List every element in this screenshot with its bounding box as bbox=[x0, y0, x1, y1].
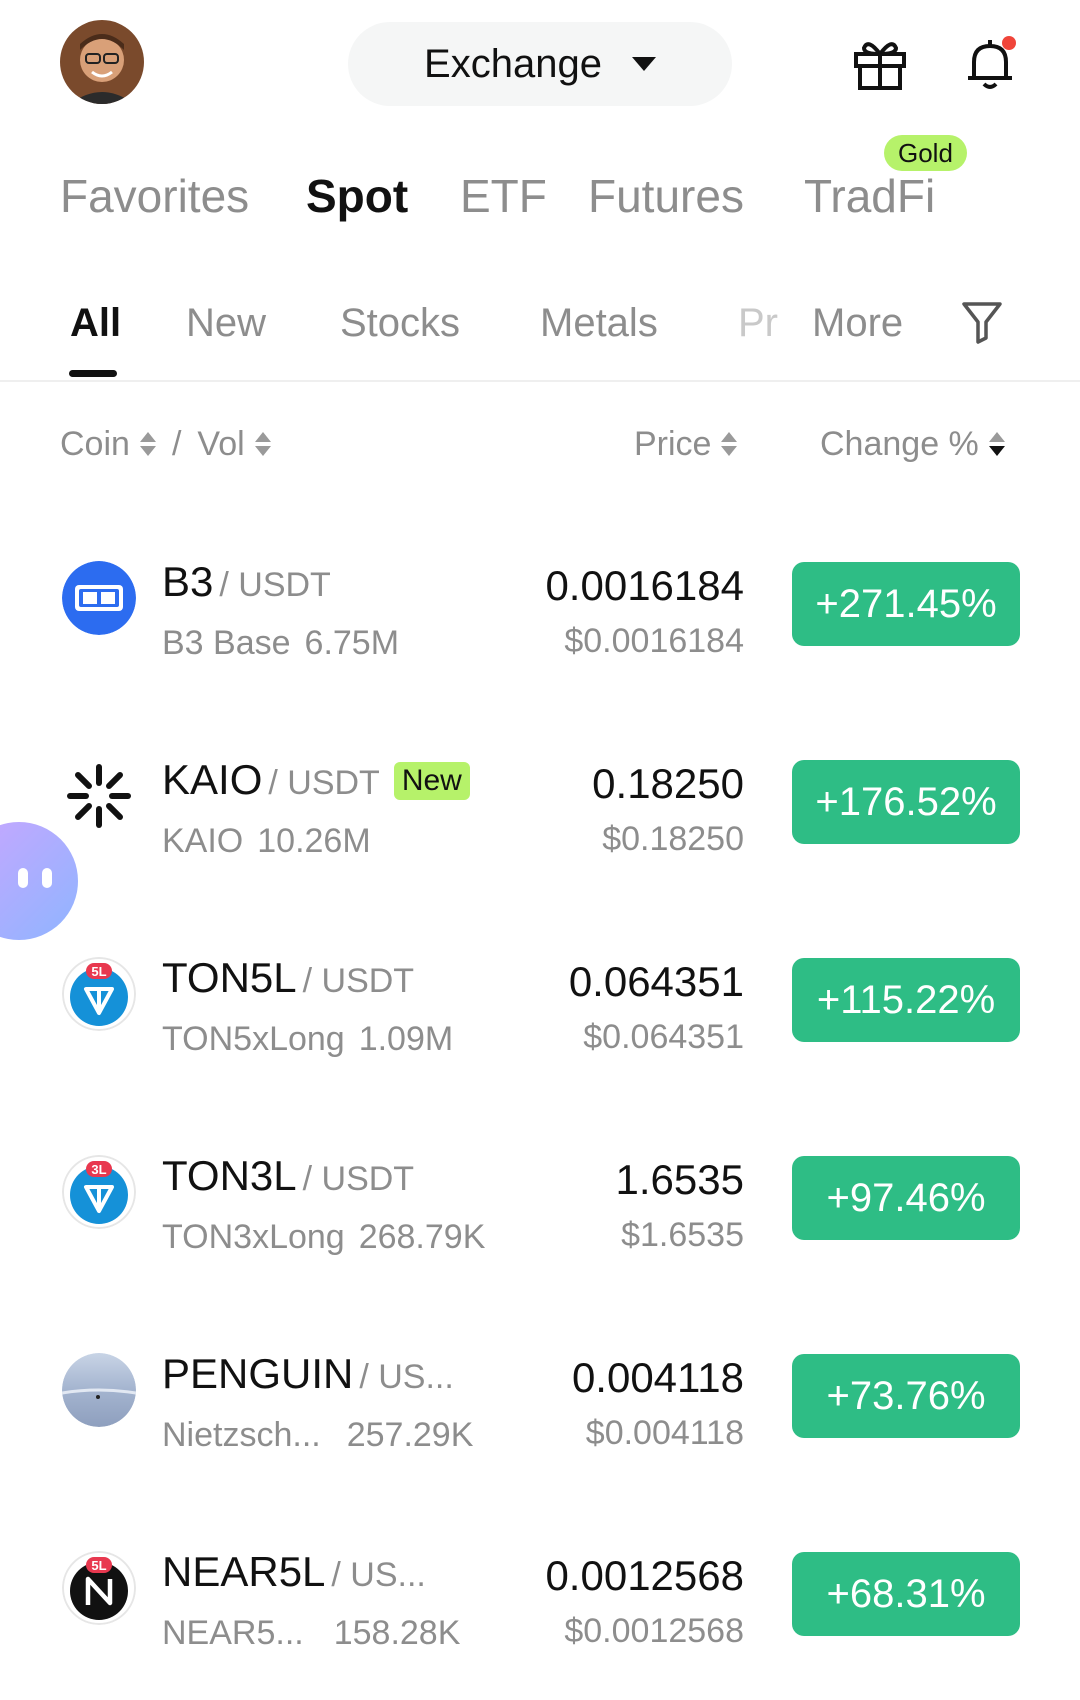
volume: 10.26M bbox=[257, 822, 371, 860]
column-header-price[interactable]: Price bbox=[634, 420, 738, 468]
tab-tradfi[interactable]: TradFi bbox=[804, 168, 935, 224]
change-badge[interactable]: +115.22% bbox=[792, 958, 1020, 1042]
market-row[interactable]: B3 / USDT B3 Base 6.75M 0.0016184 $0.0016… bbox=[0, 512, 1080, 710]
quote-pair: / US... bbox=[359, 1358, 454, 1396]
exchange-switcher[interactable]: Exchange bbox=[348, 22, 732, 106]
last-price: 0.0012568 bbox=[545, 1552, 744, 1599]
column-header-change[interactable]: Change % bbox=[820, 420, 1005, 468]
leverage-tag: 5L bbox=[91, 1558, 106, 1573]
column-header-coin-vol: Coin / Vol bbox=[60, 420, 271, 468]
market-row[interactable]: 5L NEAR5L / US... NEAR5... 158.28K 0.0012… bbox=[0, 1502, 1080, 1700]
sort-icon[interactable] bbox=[721, 432, 738, 456]
coin-symbol: TON3L bbox=[162, 1152, 297, 1199]
fiat-price: $0.0012568 bbox=[564, 1612, 744, 1650]
near5l-coin-icon: 5L bbox=[62, 1551, 136, 1625]
volume: 257.29K bbox=[346, 1416, 474, 1454]
coin-symbol: PENGUIN bbox=[162, 1350, 354, 1397]
exchange-label: Exchange bbox=[424, 41, 602, 86]
coin-name: KAIO bbox=[162, 822, 244, 860]
change-badge[interactable]: +271.45% bbox=[792, 562, 1020, 646]
subtab-metals[interactable]: Metals bbox=[540, 298, 658, 348]
quote-pair: / US... bbox=[331, 1556, 426, 1594]
subtab-pr[interactable]: Pr bbox=[738, 298, 780, 348]
tab-futures[interactable]: Futures bbox=[588, 168, 744, 224]
fiat-price: $0.0016184 bbox=[564, 622, 744, 660]
fiat-price: $0.064351 bbox=[583, 1018, 744, 1056]
sort-icon[interactable] bbox=[254, 432, 271, 456]
divider bbox=[0, 380, 1080, 382]
quote-pair: / USDT bbox=[268, 764, 380, 802]
column-separator: / bbox=[171, 425, 182, 463]
market-row[interactable]: 5L TON5L / USDT TON5xLong 1.09M 0.064351 … bbox=[0, 908, 1080, 1106]
last-price: 0.18250 bbox=[592, 760, 744, 807]
coin-name: TON5xLong bbox=[162, 1020, 345, 1058]
last-price: 0.0016184 bbox=[545, 562, 744, 609]
leverage-tag: 3L bbox=[91, 1162, 106, 1177]
coin-symbol: KAIO bbox=[162, 756, 263, 803]
last-price: 0.004118 bbox=[571, 1354, 744, 1401]
vol-sort-label[interactable]: Vol bbox=[197, 420, 244, 468]
market-row[interactable]: PENGUIN / US... Nietzsch... 257.29K 0.004… bbox=[0, 1304, 1080, 1502]
change-badge[interactable]: +68.31% bbox=[792, 1552, 1020, 1636]
subtab-more[interactable]: More bbox=[812, 298, 903, 348]
change-badge[interactable]: +176.52% bbox=[792, 760, 1020, 844]
ton5l-coin-icon: 5L bbox=[62, 957, 136, 1031]
tab-etf[interactable]: ETF bbox=[460, 168, 547, 224]
price-sort-label[interactable]: Price bbox=[634, 420, 711, 468]
filter-icon[interactable] bbox=[960, 298, 1004, 346]
notification-dot bbox=[1002, 36, 1016, 50]
volume: 1.09M bbox=[358, 1020, 454, 1058]
subtab-all[interactable]: All bbox=[70, 298, 121, 348]
coin-symbol: B3 bbox=[162, 558, 214, 605]
quote-pair: / USDT bbox=[302, 962, 415, 1000]
coin-name: B3 Base bbox=[162, 624, 291, 662]
coin-symbol: NEAR5L bbox=[162, 1548, 326, 1595]
kaio-coin-icon bbox=[62, 759, 136, 833]
new-badge: New bbox=[393, 762, 470, 800]
subtab-new[interactable]: New bbox=[186, 298, 266, 348]
change-badge[interactable]: +97.46% bbox=[792, 1156, 1020, 1240]
quote-pair: / USDT bbox=[219, 566, 331, 604]
coin-name: NEAR5... bbox=[162, 1614, 304, 1652]
tab-favorites[interactable]: Favorites bbox=[60, 168, 249, 224]
sort-icon-active[interactable] bbox=[988, 432, 1005, 456]
subtab-stocks[interactable]: Stocks bbox=[340, 298, 460, 348]
sort-icon[interactable] bbox=[139, 432, 156, 456]
market-row[interactable]: 3L TON3L / USDT TON3xLong 268.79K 1.6535 … bbox=[0, 1106, 1080, 1304]
coin-name: Nietzsch... bbox=[162, 1416, 321, 1454]
gold-badge: Gold bbox=[884, 135, 967, 171]
active-tab-indicator bbox=[69, 370, 117, 377]
penguin-coin-icon bbox=[62, 1353, 136, 1427]
volume: 268.79K bbox=[358, 1218, 486, 1256]
leverage-tag: 5L bbox=[91, 964, 106, 979]
coin-name: TON3xLong bbox=[162, 1218, 345, 1256]
coin-symbol: TON5L bbox=[162, 954, 297, 1001]
fiat-price: $1.6535 bbox=[621, 1216, 744, 1254]
volume: 6.75M bbox=[304, 624, 400, 662]
fiat-price: $0.18250 bbox=[602, 820, 744, 858]
ton3l-coin-icon: 3L bbox=[62, 1155, 136, 1229]
change-badge[interactable]: +73.76% bbox=[792, 1354, 1020, 1438]
coin-sort-label[interactable]: Coin bbox=[60, 420, 130, 468]
avatar[interactable] bbox=[60, 20, 144, 104]
fiat-price: $0.004118 bbox=[585, 1414, 744, 1452]
tab-spot[interactable]: Spot bbox=[306, 168, 408, 224]
chevron-down-icon bbox=[631, 57, 656, 71]
b3-coin-icon bbox=[62, 561, 136, 635]
change-sort-label[interactable]: Change % bbox=[820, 420, 979, 468]
gift-icon[interactable] bbox=[852, 36, 908, 92]
quote-pair: / USDT bbox=[302, 1160, 415, 1198]
volume: 158.28K bbox=[333, 1614, 461, 1652]
market-row[interactable]: KAIO / USDT New KAIO 10.26M 0.18250 $0.18… bbox=[0, 710, 1080, 908]
last-price: 1.6535 bbox=[615, 1156, 744, 1203]
last-price: 0.064351 bbox=[568, 958, 744, 1005]
